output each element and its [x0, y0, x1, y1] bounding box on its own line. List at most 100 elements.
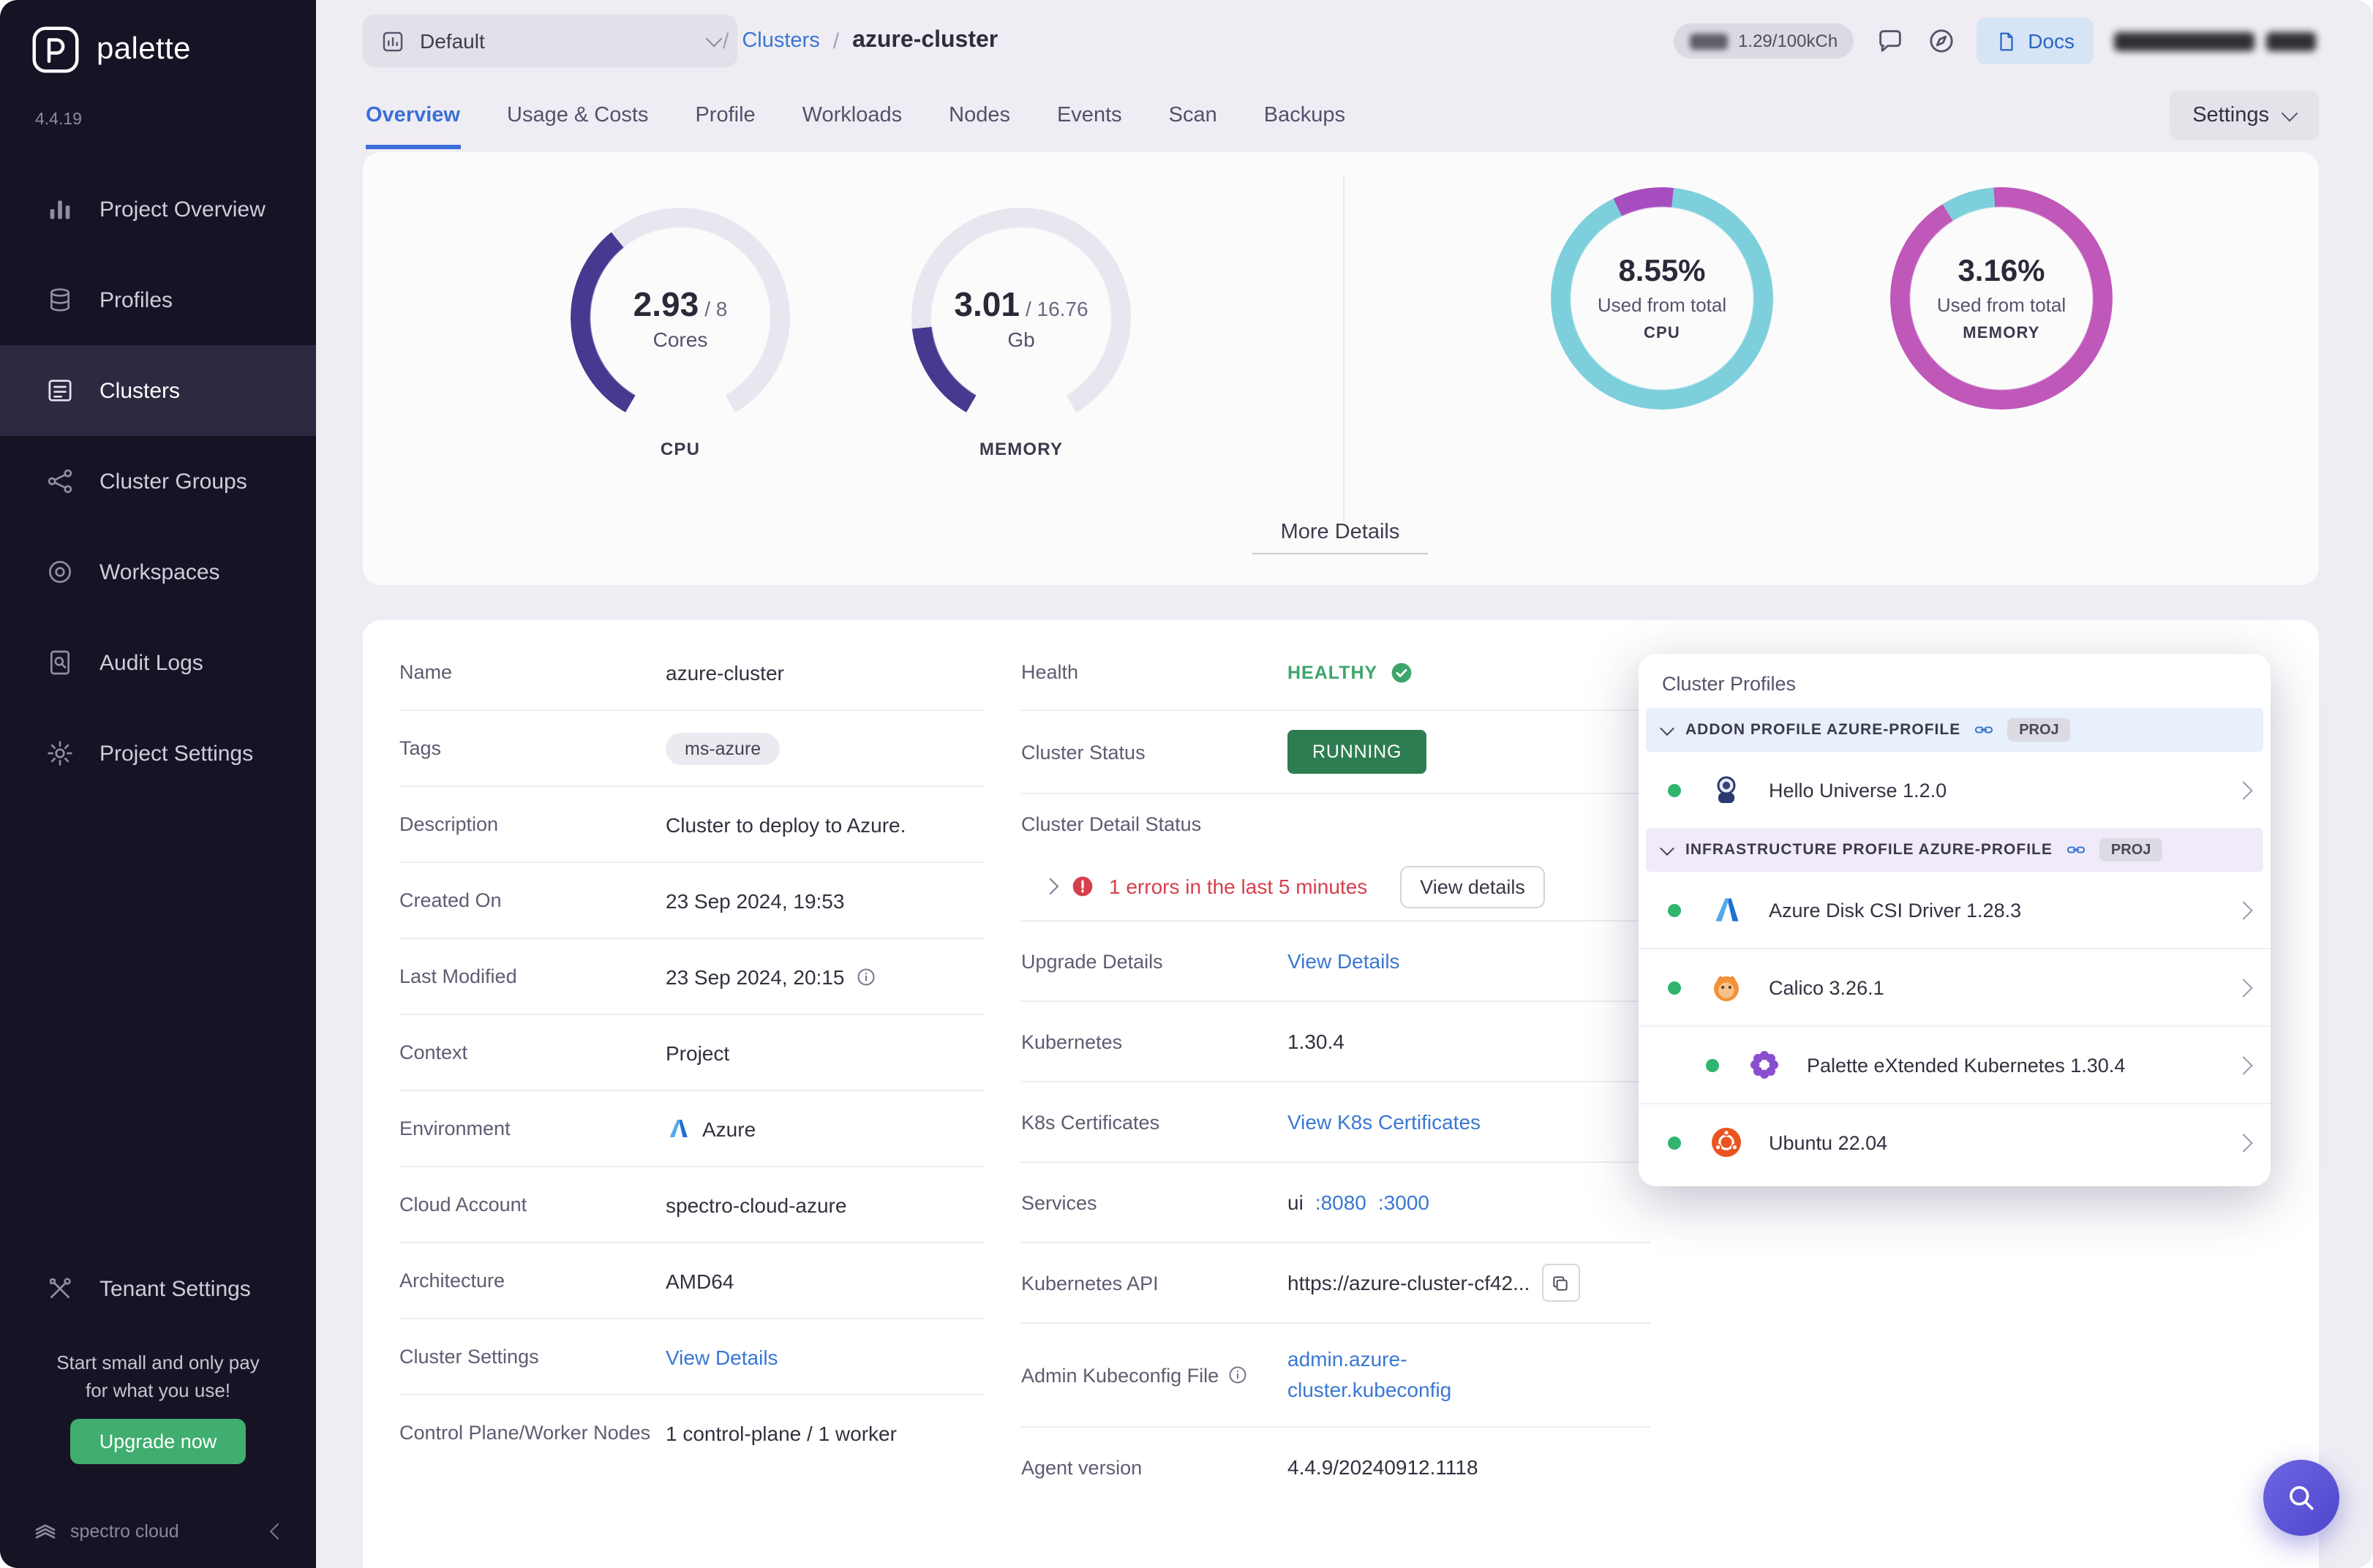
- sidebar-item-profiles[interactable]: Profiles: [0, 255, 316, 345]
- detail-row-description: Description Cluster to deploy to Azure.: [399, 787, 985, 863]
- context-value: Project: [666, 1041, 729, 1064]
- status-dot: [1668, 981, 1681, 994]
- health-status-badge: HEALTHY: [1287, 662, 1377, 682]
- kubernetes-api-url: https://azure-cluster-cf42...: [1287, 1271, 1530, 1294]
- tab-events[interactable]: Events: [1057, 82, 1122, 149]
- cpu-gauge: 2.93 / 8 Cores: [571, 208, 790, 427]
- details-right-column: Health HEALTHY Cluster Status RUNNING Cl…: [1021, 635, 1650, 1507]
- detail-row-created-on: Created On 23 Sep 2024, 19:53: [399, 863, 985, 939]
- link-icon[interactable]: [1974, 720, 1994, 740]
- profile-row-azure-csi[interactable]: Azure Disk CSI Driver 1.28.3: [1639, 872, 2271, 948]
- kubeconfig-link[interactable]: admin.azure-cluster.kubeconfig: [1287, 1344, 1492, 1406]
- view-details-button[interactable]: View details: [1399, 865, 1546, 908]
- main-content: Default / Clusters / azure-cluster 1.29/…: [316, 0, 2373, 1568]
- profile-row-pxk[interactable]: Palette eXtended Kubernetes 1.30.4: [1639, 1025, 2271, 1103]
- sidebar-item-project-settings[interactable]: Project Settings: [0, 708, 316, 799]
- docs-button[interactable]: Docs: [1977, 18, 2094, 64]
- more-details-button[interactable]: More Details: [1252, 512, 1428, 554]
- service-port-link[interactable]: :3000: [1378, 1191, 1429, 1214]
- status-dot: [1668, 903, 1681, 916]
- top-right-actions: 1.29/100kCh Docs: [1674, 0, 2316, 82]
- tab-nodes[interactable]: Nodes: [949, 82, 1010, 149]
- sidebar-item-audit-logs[interactable]: Audit Logs: [0, 617, 316, 708]
- cpu-used: 2.93: [633, 284, 699, 324]
- redacted-user-extra: [2266, 31, 2316, 50]
- sidebar: palette 4.4.19 Project Overview Profiles: [0, 0, 316, 1568]
- ubuntu-icon: [1707, 1123, 1745, 1161]
- proj-badge: PROJ: [2007, 718, 2070, 742]
- addon-profile-section-header[interactable]: ADDON PROFILE AZURE-PROFILE PROJ: [1646, 708, 2263, 752]
- promo-line: Start small and only pay: [0, 1349, 316, 1376]
- search-icon: [2285, 1482, 2317, 1514]
- sidebar-item-workspaces[interactable]: Workspaces: [0, 527, 316, 617]
- upgrade-now-button[interactable]: Upgrade now: [70, 1419, 246, 1464]
- settings-button[interactable]: Settings: [2169, 91, 2319, 140]
- chevron-down-icon: [1660, 720, 1674, 735]
- service-port-link[interactable]: :8080: [1315, 1191, 1366, 1214]
- project-selector-value: Default: [420, 29, 485, 53]
- bar-chart-icon: [44, 193, 76, 225]
- compass-icon[interactable]: [1925, 26, 1956, 56]
- created-on-value: 23 Sep 2024, 19:53: [666, 889, 844, 912]
- tab-scan[interactable]: Scan: [1169, 82, 1217, 149]
- upgrade-details-link[interactable]: View Details: [1287, 949, 1400, 973]
- profile-row-ubuntu[interactable]: Ubuntu 22.04: [1639, 1103, 2271, 1180]
- docs-icon: [1996, 30, 2017, 52]
- error-summary-row: 1 errors in the last 5 minutes View deta…: [1021, 853, 1650, 921]
- cpu-unit: Cores: [653, 327, 708, 350]
- copy-icon[interactable]: [1541, 1264, 1579, 1302]
- clusters-icon: [44, 374, 76, 407]
- cpu-gauge-caption: CPU: [571, 439, 790, 459]
- service-name: ui: [1287, 1191, 1304, 1214]
- tab-backups[interactable]: Backups: [1264, 82, 1345, 149]
- azure-icon: [666, 1116, 691, 1141]
- user-account-redacted[interactable]: [2114, 31, 2316, 50]
- project-selector[interactable]: Default: [363, 15, 737, 67]
- tab-workloads[interactable]: Workloads: [802, 82, 902, 149]
- tab-overview[interactable]: Overview: [366, 82, 460, 149]
- detail-row-k8s-certificates: K8s Certificates View K8s Certificates: [1021, 1082, 1650, 1163]
- profile-row-hello-universe[interactable]: Hello Universe 1.2.0: [1639, 752, 2271, 828]
- memory-unit: Gb: [1007, 327, 1034, 350]
- sidebar-item-cluster-groups[interactable]: Cluster Groups: [0, 436, 316, 527]
- chat-icon[interactable]: [1874, 26, 1905, 56]
- calico-icon: [1707, 968, 1745, 1006]
- k8s-certificates-link[interactable]: View K8s Certificates: [1287, 1110, 1481, 1134]
- memory-used-percent: 3.16%: [1958, 255, 2045, 290]
- tag-pill: ms-azure: [666, 732, 780, 764]
- cpu-total: / 8: [704, 296, 727, 320]
- sidebar-item-project-overview[interactable]: Project Overview: [0, 164, 316, 255]
- sidebar-item-clusters[interactable]: Clusters: [0, 345, 316, 436]
- info-icon[interactable]: [1227, 1365, 1248, 1385]
- sidebar-collapse-button[interactable]: [272, 1521, 284, 1542]
- network-nodes-icon: [44, 465, 76, 497]
- spectro-cloud-logo-icon: [32, 1518, 59, 1545]
- detail-row-kubeconfig: Admin Kubeconfig File admin.azure-cluste…: [1021, 1324, 1650, 1428]
- layers-icon: [44, 284, 76, 316]
- last-modified-value: 23 Sep 2024, 20:15: [666, 965, 844, 988]
- cpu-donut-caption: Used from total: [1598, 294, 1726, 316]
- sidebar-footer: spectro cloud: [0, 1495, 316, 1568]
- detail-row-cloud-account: Cloud Account spectro-cloud-azure: [399, 1167, 985, 1243]
- link-icon[interactable]: [2066, 840, 2086, 860]
- running-status-button[interactable]: RUNNING: [1287, 730, 1426, 774]
- details-left-column: Name azure-cluster Tags ms-azure Descrip…: [399, 635, 985, 1470]
- tab-profile[interactable]: Profile: [695, 82, 755, 149]
- search-fab-button[interactable]: [2263, 1460, 2339, 1536]
- info-icon[interactable]: [856, 966, 876, 987]
- nodes-value: 1 control-plane / 1 worker: [666, 1421, 897, 1444]
- metrics-card: 2.93 / 8 Cores CPU 3.01 / 16.76 Gb MEMOR…: [363, 152, 2319, 585]
- profile-row-calico[interactable]: Calico 3.26.1: [1639, 948, 2271, 1025]
- tab-usage-costs[interactable]: Usage & Costs: [507, 82, 648, 149]
- sidebar-item-tenant-settings[interactable]: Tenant Settings: [0, 1243, 316, 1334]
- detail-row-environment: Environment Azure: [399, 1091, 985, 1167]
- status-dot: [1668, 1136, 1681, 1149]
- breadcrumb-clusters-link[interactable]: Clusters: [742, 29, 819, 53]
- detail-row-name: Name azure-cluster: [399, 635, 985, 711]
- cluster-settings-link[interactable]: View Details: [666, 1345, 778, 1368]
- infra-profile-section-header[interactable]: INFRASTRUCTURE PROFILE AZURE-PROFILE PRO…: [1646, 828, 2263, 872]
- sidebar-item-label: Project Overview: [99, 197, 266, 222]
- app-version: 4.4.19: [35, 111, 82, 129]
- screen: palette 4.4.19 Project Overview Profiles: [0, 0, 2373, 1568]
- chevron-right-icon[interactable]: [1042, 878, 1059, 895]
